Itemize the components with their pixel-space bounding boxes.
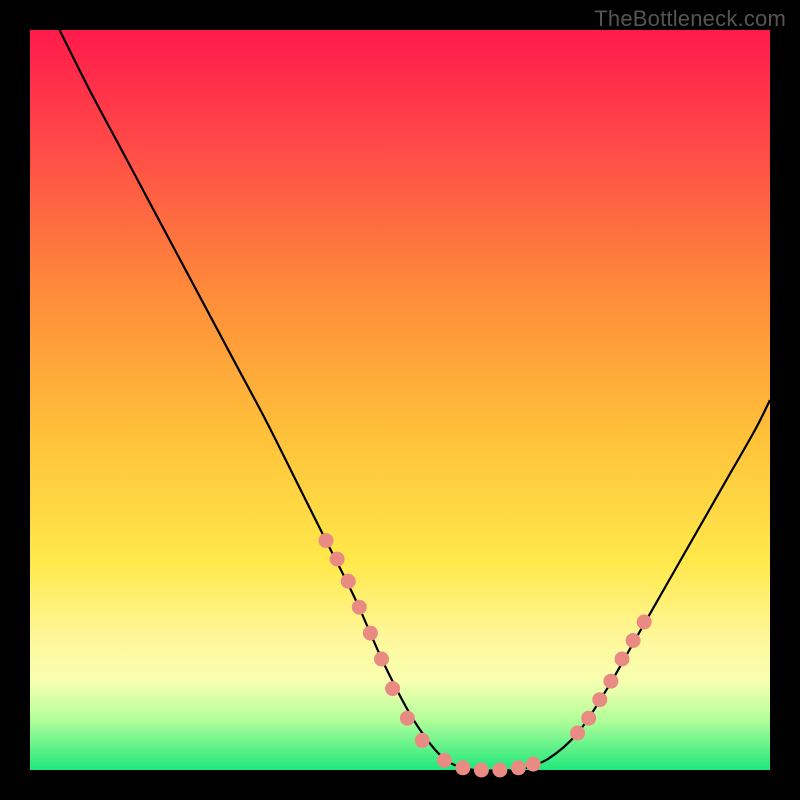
highlight-point — [592, 692, 607, 707]
plot-area — [30, 30, 770, 770]
highlight-point — [637, 615, 652, 630]
highlight-point — [455, 760, 470, 775]
highlight-point — [400, 711, 415, 726]
highlight-point — [385, 681, 400, 696]
highlight-point — [603, 674, 618, 689]
highlight-point — [319, 533, 334, 548]
watermark-text: TheBottleneck.com — [594, 6, 786, 32]
highlight-point — [437, 753, 452, 768]
highlight-point — [492, 763, 507, 778]
highlight-point — [341, 574, 356, 589]
chart-canvas — [0, 0, 800, 800]
highlight-point — [570, 726, 585, 741]
highlight-point — [526, 757, 541, 772]
highlight-point — [415, 733, 430, 748]
highlight-point — [581, 711, 596, 726]
highlight-point — [626, 633, 641, 648]
highlight-point — [330, 552, 345, 567]
highlight-point — [363, 626, 378, 641]
chart-frame: TheBottleneck.com — [0, 0, 800, 800]
highlight-point — [511, 760, 526, 775]
highlight-point — [374, 652, 389, 667]
highlight-point — [474, 763, 489, 778]
highlight-point — [352, 600, 367, 615]
highlight-point — [615, 652, 630, 667]
